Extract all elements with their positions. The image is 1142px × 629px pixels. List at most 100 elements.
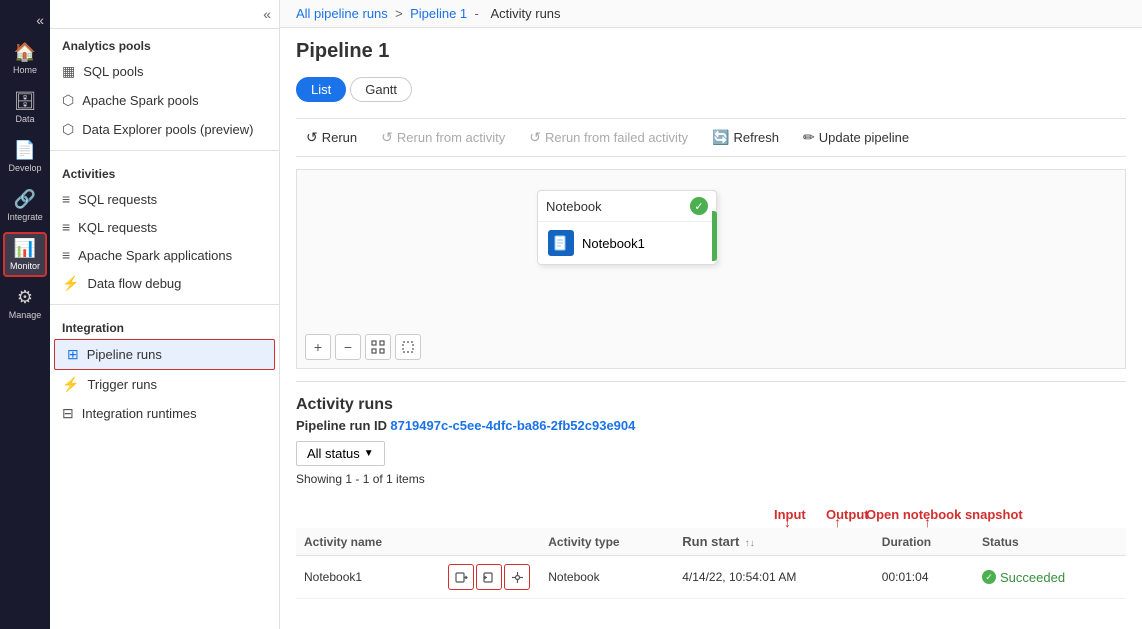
section-title-integration: Integration [50, 311, 279, 339]
table-row: Notebook1 [296, 556, 1126, 599]
notebook-card: Notebook ✓ Notebook1 [537, 190, 717, 265]
notebook-icon [548, 230, 574, 256]
toolbar: ↺ Rerun ↺ Rerun from activity ↺ Rerun fr… [296, 118, 1126, 157]
sidebar-item-data[interactable]: 🗄 Data [3, 85, 47, 130]
integration-runtimes-icon: ⊟ [62, 405, 74, 422]
icon-nav: « 🏠 Home 🗄 Data 📄 Develop 🔗 Integrate 📊 … [0, 0, 50, 629]
pipeline-canvas[interactable]: Notebook ✓ Notebook1 [296, 169, 1126, 369]
annotation-open-notebook: Open notebook snapshot [866, 507, 1023, 522]
col-activity-type: Activity type [540, 528, 674, 556]
sidebar-item-manage[interactable]: ⚙ Manage [3, 281, 47, 326]
zoom-out-button[interactable]: − [335, 334, 361, 360]
rerun-button[interactable]: ↺ Rerun [296, 125, 367, 150]
nav-collapse-btn[interactable]: « [32, 8, 48, 32]
breadcrumb: All pipeline runs > Pipeline 1 - Activit… [280, 0, 1142, 28]
cell-status: ✓ Succeeded [974, 556, 1126, 599]
rerun-from-activity-button[interactable]: ↺ Rerun from activity [371, 125, 515, 150]
col-activity-name: Activity name [296, 528, 440, 556]
activity-runs-section: Activity runs Pipeline run ID 8719497c-c… [296, 396, 1126, 599]
col-actions [440, 528, 540, 556]
sidebar-item-data-explorer-pools[interactable]: ⬡ Data Explorer pools (preview) [50, 115, 279, 144]
refresh-button[interactable]: 🔄 Refresh [702, 125, 789, 150]
cell-run-start: 4/14/22, 10:54:01 AM [674, 556, 874, 599]
sidebar-item-apache-spark-pools[interactable]: ⬡ Apache Spark pools [50, 86, 279, 115]
data-icon: 🗄 [14, 91, 37, 112]
divider-2 [50, 304, 279, 305]
update-pipeline-button[interactable]: ✏ Update pipeline [793, 125, 919, 150]
sidebar-item-kql-requests[interactable]: ≡ KQL requests [50, 213, 279, 241]
canvas-controls: + − [305, 334, 421, 360]
chevron-down-icon: ▼ [364, 448, 374, 459]
output-icon-btn[interactable] [476, 564, 502, 590]
breadcrumb-sep1: > [395, 6, 403, 21]
sidebar-item-data-flow-debug[interactable]: ⚡ Data flow debug [50, 269, 279, 298]
fit-to-screen-button[interactable] [365, 334, 391, 360]
status-dropdown[interactable]: All status ▼ [296, 441, 385, 466]
breadcrumb-all-runs[interactable]: All pipeline runs [296, 6, 388, 21]
edit-icon: ✏ [803, 129, 815, 146]
open-notebook-snapshot-btn[interactable] [504, 564, 530, 590]
section-title-analytics: Analytics pools [50, 29, 279, 57]
sidebar-item-home[interactable]: 🏠 Home [3, 36, 47, 81]
rerun-from-failed-icon: ↺ [529, 129, 541, 146]
sidebar-item-integration-runtimes[interactable]: ⊟ Integration runtimes [50, 399, 279, 428]
input-icon-btn[interactable] [448, 564, 474, 590]
showing-text: Showing 1 - 1 of 1 items [296, 472, 1126, 486]
activity-table: Activity name Activity type Run start ↑↓… [296, 528, 1126, 599]
tab-bar: List Gantt [296, 77, 1126, 102]
rerun-icon: ↺ [306, 129, 318, 146]
sql-pools-icon: ▦ [62, 63, 75, 80]
content-area: Pipeline 1 List Gantt ↺ Rerun ↺ Rerun fr… [280, 28, 1142, 629]
data-flow-icon: ⚡ [62, 275, 79, 292]
zoom-in-button[interactable]: + [305, 334, 331, 360]
sidebar-item-sql-requests[interactable]: ≡ SQL requests [50, 185, 279, 213]
breadcrumb-pipeline[interactable]: Pipeline 1 [410, 6, 467, 21]
section-title-activities: Activities [50, 157, 279, 185]
sort-icon: ↑↓ [745, 538, 755, 549]
status-filter-row: All status ▼ [296, 441, 1126, 466]
col-duration: Duration [874, 528, 974, 556]
data-explorer-icon: ⬡ [62, 121, 74, 138]
cell-activity-type: Notebook [540, 556, 674, 599]
divider-1 [50, 150, 279, 151]
annotation-output: Output [826, 507, 869, 522]
sidebar-header: « [50, 0, 279, 29]
pipeline-run-id-value[interactable]: 8719497c-c5ee-4dfc-ba86-2fb52c93e904 [390, 418, 635, 433]
status-dot-green: ✓ [982, 570, 996, 584]
spark-apps-icon: ≡ [62, 247, 70, 263]
input-arrow: ↓ [784, 514, 791, 530]
col-status: Status [974, 528, 1126, 556]
breadcrumb-sep2: - [475, 6, 483, 21]
trigger-runs-icon: ⚡ [62, 376, 79, 393]
sidebar-item-monitor[interactable]: 📊 Monitor [3, 232, 47, 277]
monitor-icon: 📊 [14, 238, 36, 259]
pipeline-runs-icon: ⊞ [67, 346, 79, 363]
sidebar-item-sql-pools[interactable]: ▦ SQL pools [50, 57, 279, 86]
notebook-card-body: Notebook1 [538, 222, 716, 264]
sidebar-item-trigger-runs[interactable]: ⚡ Trigger runs [50, 370, 279, 399]
cell-duration: 00:01:04 [874, 556, 974, 599]
sidebar-item-develop[interactable]: 📄 Develop [3, 134, 47, 179]
sidebar-item-pipeline-runs[interactable]: ⊞ Pipeline runs [54, 339, 275, 370]
main-content: All pipeline runs > Pipeline 1 - Activit… [280, 0, 1142, 629]
sidebar-collapse-btn[interactable]: « [263, 6, 271, 22]
kql-requests-icon: ≡ [62, 219, 70, 235]
sidebar-item-apache-spark-apps[interactable]: ≡ Apache Spark applications [50, 241, 279, 269]
tab-gantt[interactable]: Gantt [350, 77, 412, 102]
sql-requests-icon: ≡ [62, 191, 70, 207]
rerun-from-failed-button[interactable]: ↺ Rerun from failed activity [519, 125, 698, 150]
integrate-icon: 🔗 [14, 189, 36, 210]
rerun-from-activity-icon: ↺ [381, 129, 393, 146]
spark-pools-icon: ⬡ [62, 92, 74, 109]
section-divider [296, 381, 1126, 382]
select-all-button[interactable] [395, 334, 421, 360]
page-title: Pipeline 1 [296, 40, 1126, 63]
tab-list[interactable]: List [296, 77, 346, 102]
green-status-bar [712, 211, 717, 261]
sidebar-item-integrate[interactable]: 🔗 Integrate [3, 183, 47, 228]
cell-activity-name: Notebook1 [296, 556, 440, 599]
activity-runs-title: Activity runs [296, 396, 1126, 414]
output-arrow: ↑ [834, 514, 841, 530]
annotation-bar: Input Output Open notebook snapshot ↓ ↑ … [296, 492, 1126, 528]
notebook-card-header: Notebook ✓ [538, 191, 716, 222]
